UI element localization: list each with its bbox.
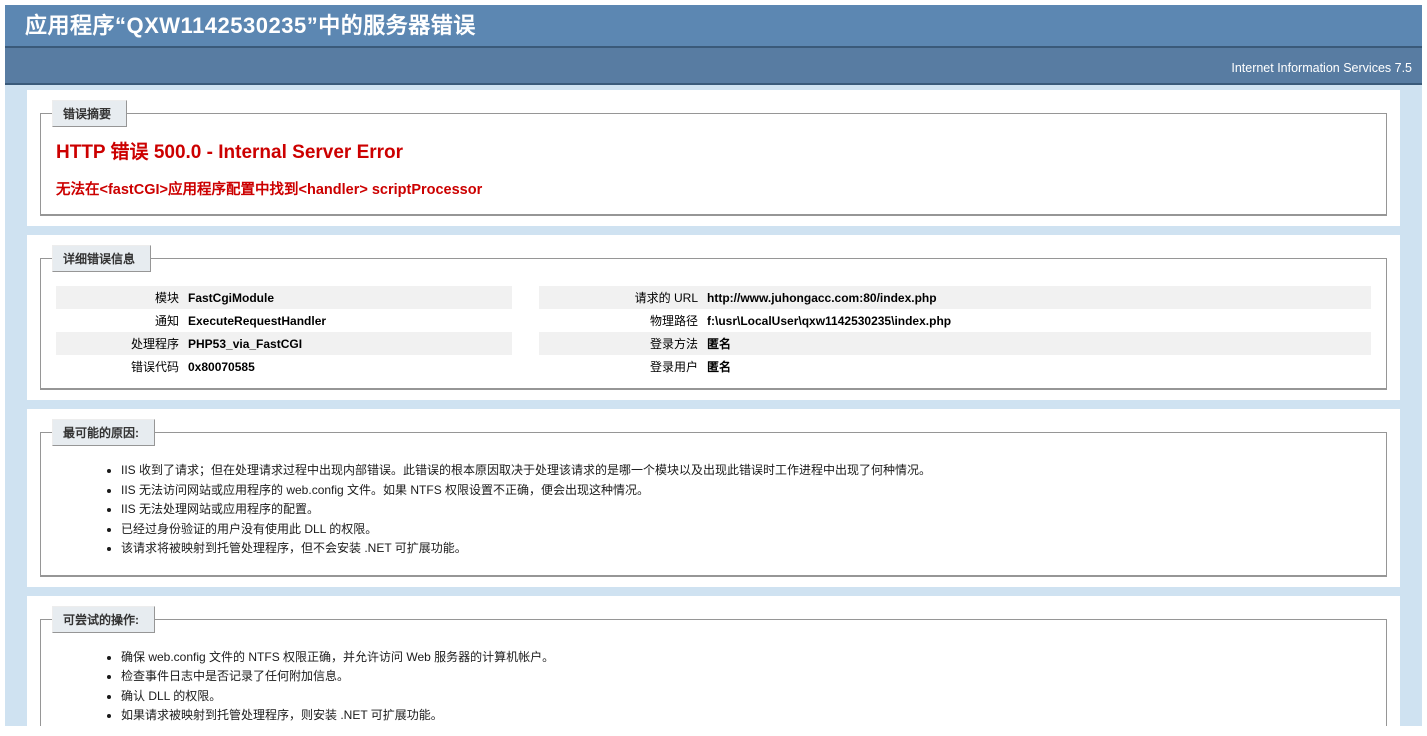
detail-label: 错误代码 (56, 355, 188, 378)
table-row: 登录方法 匿名 (539, 332, 1371, 355)
detail-value: FastCgiModule (188, 286, 512, 309)
table-row: 物理路径 f:\usr\LocalUser\qxw1142530235\inde… (539, 309, 1371, 332)
detail-value: 匿名 (707, 332, 1371, 355)
detail-value: PHP53_via_FastCGI (188, 332, 512, 355)
detail-label: 通知 (56, 309, 188, 332)
detailed-error-section: 详细错误信息 模块 FastCgiModule 通知 ExecuteReques… (27, 235, 1400, 400)
detail-value: 0x80070585 (188, 355, 512, 378)
detailed-error-fieldset: 详细错误信息 模块 FastCgiModule 通知 ExecuteReques… (40, 245, 1387, 390)
things-to-try-list: 确保 web.config 文件的 NTFS 权限正确，并允许访问 Web 服务… (81, 649, 1371, 727)
likely-causes-legend: 最可能的原因: (52, 419, 155, 446)
likely-causes-fieldset: 最可能的原因: IIS 收到了请求；但在处理请求过程中出现内部错误。此错误的根本… (40, 419, 1387, 577)
table-row: 处理程序 PHP53_via_FastCGI (56, 332, 512, 355)
list-item: 该请求将被映射到托管处理程序，但不会安装 .NET 可扩展功能。 (121, 540, 1371, 557)
details-right-column: 请求的 URL http://www.juhongacc.com:80/inde… (539, 286, 1371, 378)
page-title: 应用程序“QXW1142530235”中的服务器错误 (25, 12, 1402, 39)
http-error-subtitle: 无法在<fastCGI>应用程序配置中找到<handler> scriptPro… (56, 178, 1371, 199)
list-item: IIS 无法访问网站或应用程序的 web.config 文件。如果 NTFS 权… (121, 482, 1371, 499)
things-to-try-fieldset: 可尝试的操作: 确保 web.config 文件的 NTFS 权限正确，并允许访… (40, 606, 1387, 727)
list-item: IIS 无法处理网站或应用程序的配置。 (121, 501, 1371, 518)
detail-label: 处理程序 (56, 332, 188, 355)
error-summary-fieldset: 错误摘要 HTTP 错误 500.0 - Internal Server Err… (40, 100, 1387, 216)
error-summary-section: 错误摘要 HTTP 错误 500.0 - Internal Server Err… (27, 90, 1400, 226)
table-row: 通知 ExecuteRequestHandler (56, 309, 512, 332)
table-row: 请求的 URL http://www.juhongacc.com:80/inde… (539, 286, 1371, 309)
likely-causes-list: IIS 收到了请求；但在处理请求过程中出现内部错误。此错误的根本原因取决于处理该… (81, 462, 1371, 557)
app-error-header-bar: 应用程序“QXW1142530235”中的服务器错误 (5, 5, 1422, 48)
list-item: IIS 收到了请求；但在处理请求过程中出现内部错误。此错误的根本原因取决于处理该… (121, 462, 1371, 479)
detailed-error-tables: 模块 FastCgiModule 通知 ExecuteRequestHandle… (56, 286, 1371, 378)
things-to-try-legend: 可尝试的操作: (52, 606, 155, 633)
table-row: 登录用户 匿名 (539, 355, 1371, 378)
details-left-column: 模块 FastCgiModule 通知 ExecuteRequestHandle… (56, 286, 512, 378)
page-background: 应用程序“QXW1142530235”中的服务器错误 Internet Info… (5, 5, 1422, 726)
detail-value: ExecuteRequestHandler (188, 309, 512, 332)
things-to-try-section: 可尝试的操作: 确保 web.config 文件的 NTFS 权限正确，并允许访… (27, 596, 1400, 727)
detailed-error-legend: 详细错误信息 (52, 245, 151, 272)
server-version-label: Internet Information Services 7.5 (1231, 61, 1412, 75)
list-item: 确认 DLL 的权限。 (121, 688, 1371, 705)
detail-value: f:\usr\LocalUser\qxw1142530235\index.php (707, 309, 1371, 332)
list-item: 确保 web.config 文件的 NTFS 权限正确，并允许访问 Web 服务… (121, 649, 1371, 666)
detail-value: 匿名 (707, 355, 1371, 378)
detail-label: 登录用户 (539, 355, 707, 378)
table-row: 模块 FastCgiModule (56, 286, 512, 309)
list-item: 检查事件日志中是否记录了任何附加信息。 (121, 668, 1371, 685)
detail-label: 请求的 URL (539, 286, 707, 309)
detail-label: 物理路径 (539, 309, 707, 332)
list-item: 如果请求被映射到托管处理程序，则安装 .NET 可扩展功能。 (121, 707, 1371, 724)
likely-causes-section: 最可能的原因: IIS 收到了请求；但在处理请求过程中出现内部错误。此错误的根本… (27, 409, 1400, 587)
detail-label: 登录方法 (539, 332, 707, 355)
http-error-title: HTTP 错误 500.0 - Internal Server Error (56, 137, 1371, 164)
table-row: 错误代码 0x80070585 (56, 355, 512, 378)
detail-label: 模块 (56, 286, 188, 309)
list-item: 已经过身份验证的用户没有使用此 DLL 的权限。 (121, 521, 1371, 538)
error-summary-legend: 错误摘要 (52, 100, 127, 127)
server-version-bar: Internet Information Services 7.5 (5, 48, 1422, 85)
detail-value: http://www.juhongacc.com:80/index.php (707, 286, 1371, 309)
